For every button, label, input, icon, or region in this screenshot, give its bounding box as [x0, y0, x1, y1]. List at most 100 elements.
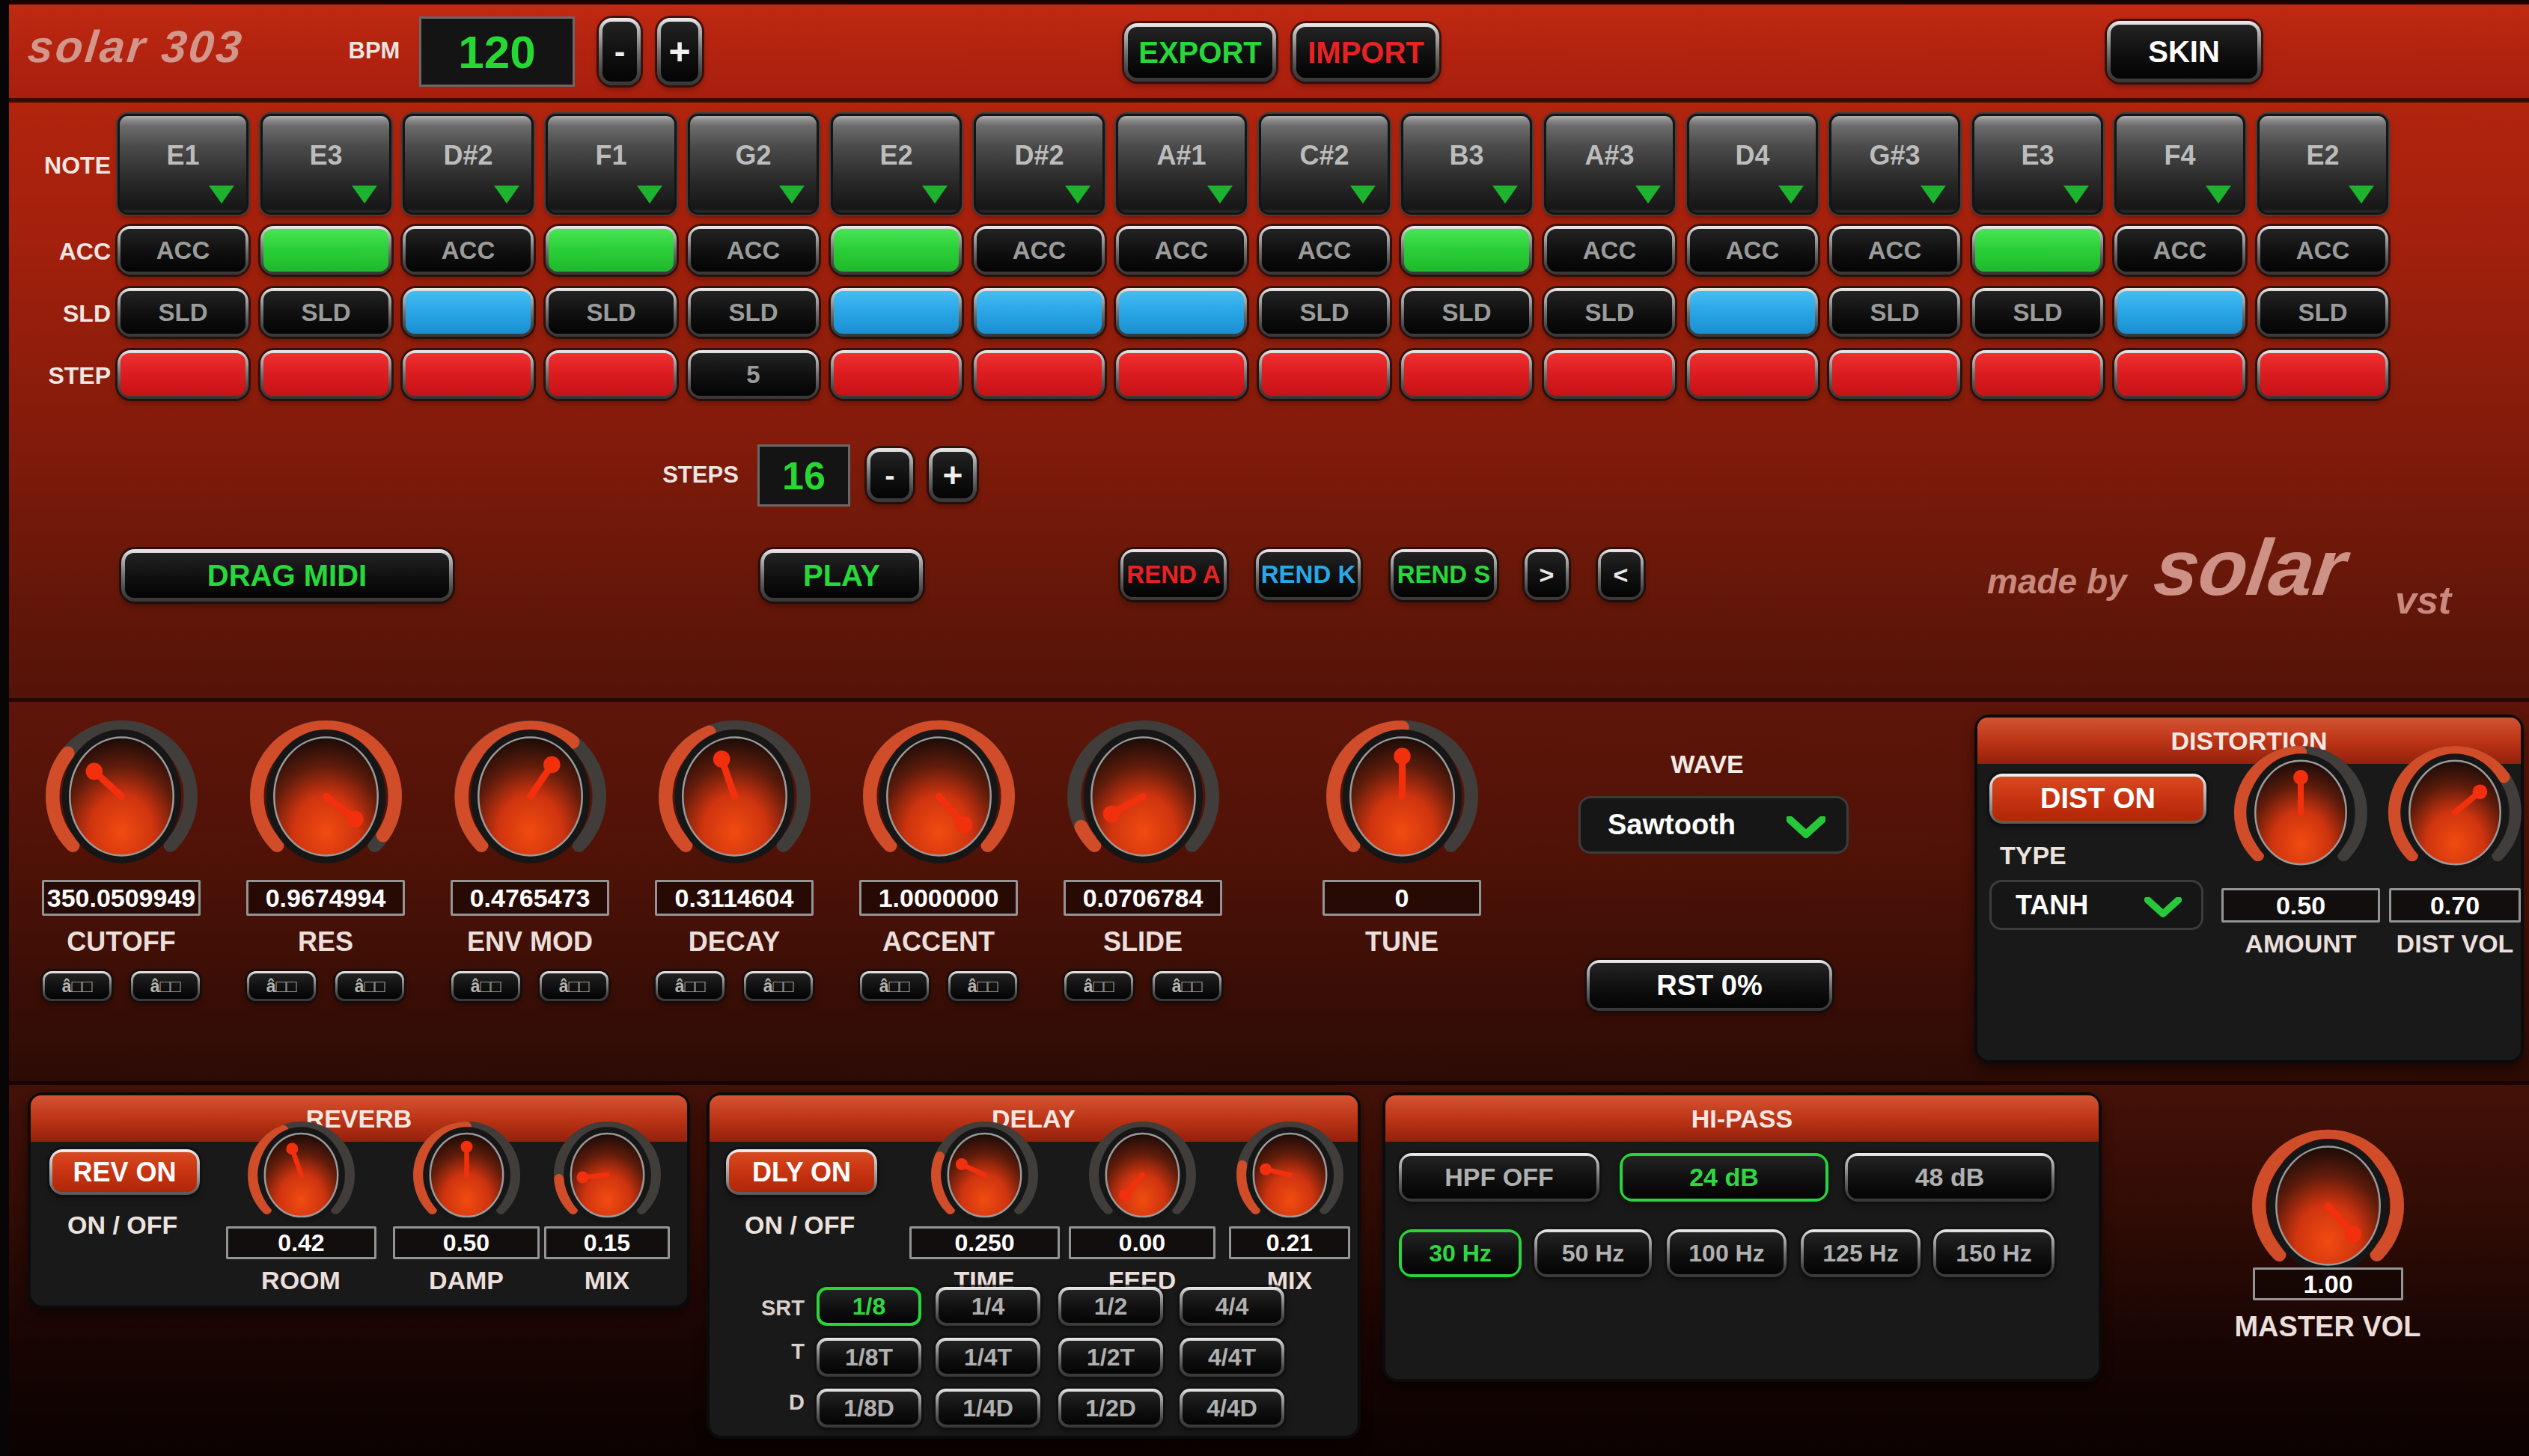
- time-knob[interactable]: [930, 1121, 1039, 1229]
- step-button-step-1[interactable]: [118, 350, 248, 399]
- slide-nudge-right-button[interactable]: â□□: [1153, 971, 1221, 1001]
- drag-midi-button[interactable]: DRAG MIDI: [121, 549, 453, 602]
- dist-vol-knob[interactable]: [2388, 745, 2522, 880]
- acc-button-step-9[interactable]: ACC: [1259, 226, 1390, 275]
- hipass-freq-50-hz-button[interactable]: 50 Hz: [1534, 1229, 1652, 1277]
- accent-knob[interactable]: [862, 720, 1016, 873]
- accent-value[interactable]: 1.0000000: [859, 880, 1018, 916]
- step-button-step-14[interactable]: [1972, 350, 2103, 399]
- decay-nudge-left-button[interactable]: â□□: [656, 971, 724, 1001]
- note-button-step-4[interactable]: F1: [546, 114, 677, 215]
- sld-button-step-16[interactable]: SLD: [2257, 288, 2388, 337]
- sld-button-step-5[interactable]: SLD: [688, 288, 819, 337]
- res-knob[interactable]: [249, 720, 403, 873]
- note-button-step-5[interactable]: G2: [688, 114, 819, 215]
- hipass-freq-100-hz-button[interactable]: 100 Hz: [1667, 1229, 1787, 1277]
- slide-value[interactable]: 0.0706784: [1064, 880, 1222, 916]
- note-button-step-6[interactable]: E2: [831, 114, 962, 215]
- dly-on-button[interactable]: DLY ON: [726, 1149, 877, 1195]
- sld-button-step-4[interactable]: SLD: [546, 288, 677, 337]
- skin-button[interactable]: SKIN: [2107, 21, 2261, 82]
- note-button-step-13[interactable]: G#3: [1829, 114, 1960, 215]
- reset-cutoff-button[interactable]: RST 0%: [1587, 960, 1832, 1011]
- delay-sync-1-2t-button[interactable]: 1/2T: [1058, 1338, 1163, 1377]
- tune-value[interactable]: 0: [1323, 880, 1481, 916]
- delay-sync-4-4t-button[interactable]: 4/4T: [1180, 1338, 1284, 1377]
- bpm-minus-button[interactable]: -: [599, 18, 641, 85]
- accent-nudge-right-button[interactable]: â□□: [948, 971, 1017, 1001]
- step-button-step-2[interactable]: [260, 350, 391, 399]
- acc-button-step-3[interactable]: ACC: [403, 226, 534, 275]
- delay-sync-1-4t-button[interactable]: 1/4T: [936, 1338, 1040, 1377]
- delay-sync-1-8t-button[interactable]: 1/8T: [817, 1338, 921, 1377]
- note-button-step-14[interactable]: E3: [1972, 114, 2103, 215]
- acc-button-step-10[interactable]: [1401, 226, 1532, 275]
- sld-button-step-15[interactable]: [2114, 288, 2245, 337]
- hipass-freq-150-hz-button[interactable]: 150 Hz: [1933, 1229, 2054, 1277]
- acc-button-step-15[interactable]: ACC: [2114, 226, 2245, 275]
- rev-mix-knob[interactable]: [553, 1121, 662, 1229]
- slide-nudge-left-button[interactable]: â□□: [1064, 971, 1133, 1001]
- prev-button[interactable]: <: [1598, 549, 1644, 600]
- delay-sync-1-8-button[interactable]: 1/8: [817, 1287, 921, 1326]
- note-button-step-3[interactable]: D#2: [403, 114, 534, 215]
- note-button-step-16[interactable]: E2: [2257, 114, 2388, 215]
- note-button-step-1[interactable]: E1: [118, 114, 248, 215]
- sld-button-step-6[interactable]: [831, 288, 962, 337]
- delay-sync-4-4-button[interactable]: 4/4: [1180, 1287, 1284, 1326]
- acc-button-step-6[interactable]: [831, 226, 962, 275]
- decay-knob[interactable]: [658, 720, 811, 873]
- step-button-step-7[interactable]: [974, 350, 1105, 399]
- dist-vol-value[interactable]: 0.70: [2389, 888, 2521, 923]
- import-button[interactable]: IMPORT: [1293, 23, 1439, 82]
- sld-button-step-13[interactable]: SLD: [1829, 288, 1960, 337]
- note-button-step-8[interactable]: A#1: [1116, 114, 1247, 215]
- res-nudge-right-button[interactable]: â□□: [335, 971, 404, 1001]
- bpm-plus-button[interactable]: +: [657, 18, 702, 85]
- delay-sync-4-4d-button[interactable]: 4/4D: [1180, 1389, 1284, 1428]
- sld-button-step-14[interactable]: SLD: [1972, 288, 2103, 337]
- slide-knob[interactable]: [1067, 720, 1220, 873]
- sld-button-step-9[interactable]: SLD: [1259, 288, 1390, 337]
- env-mod-nudge-right-button[interactable]: â□□: [540, 971, 608, 1001]
- acc-button-step-14[interactable]: [1972, 226, 2103, 275]
- time-value[interactable]: 0.250: [909, 1226, 1060, 1259]
- hipass-slope-24-db-button[interactable]: 24 dB: [1620, 1153, 1828, 1202]
- acc-button-step-7[interactable]: ACC: [974, 226, 1105, 275]
- hipass-slope-48-db-button[interactable]: 48 dB: [1845, 1153, 2054, 1202]
- res-nudge-left-button[interactable]: â□□: [247, 971, 316, 1001]
- acc-button-step-16[interactable]: ACC: [2257, 226, 2388, 275]
- step-button-step-11[interactable]: [1544, 350, 1675, 399]
- hipass-freq-30-hz-button[interactable]: 30 Hz: [1399, 1229, 1522, 1277]
- room-knob[interactable]: [247, 1121, 356, 1229]
- rend-s-button[interactable]: REND S: [1391, 549, 1497, 600]
- sld-button-step-7[interactable]: [974, 288, 1105, 337]
- bpm-display[interactable]: 120: [419, 16, 575, 87]
- master-vol-knob[interactable]: [2251, 1129, 2405, 1282]
- decay-value[interactable]: 0.3114604: [655, 880, 814, 916]
- dist-amount-value[interactable]: 0.50: [2221, 888, 2380, 923]
- step-button-step-15[interactable]: [2114, 350, 2245, 399]
- step-button-step-16[interactable]: [2257, 350, 2388, 399]
- delay-sync-1-8d-button[interactable]: 1/8D: [817, 1389, 921, 1428]
- step-button-step-10[interactable]: [1401, 350, 1532, 399]
- sld-button-step-12[interactable]: [1687, 288, 1818, 337]
- dist-amount-knob[interactable]: [2233, 745, 2368, 880]
- decay-nudge-right-button[interactable]: â□□: [744, 971, 813, 1001]
- step-button-step-13[interactable]: [1829, 350, 1960, 399]
- hipass-slope-hpf-off-button[interactable]: HPF OFF: [1399, 1153, 1599, 1202]
- env-mod-value[interactable]: 0.4765473: [451, 880, 609, 916]
- dist-on-button[interactable]: DIST ON: [1989, 774, 2206, 824]
- rev-on-button[interactable]: REV ON: [49, 1149, 200, 1195]
- feed-knob[interactable]: [1088, 1121, 1197, 1229]
- dly-mix-knob[interactable]: [1236, 1121, 1344, 1229]
- sld-button-step-11[interactable]: SLD: [1544, 288, 1675, 337]
- sld-button-step-8[interactable]: [1116, 288, 1247, 337]
- delay-sync-1-2-button[interactable]: 1/2: [1058, 1287, 1163, 1326]
- delay-sync-1-4d-button[interactable]: 1/4D: [936, 1389, 1040, 1428]
- sld-button-step-1[interactable]: SLD: [118, 288, 248, 337]
- step-button-step-12[interactable]: [1687, 350, 1818, 399]
- next-button[interactable]: >: [1525, 549, 1569, 600]
- dist-type-dropdown[interactable]: TANH: [1989, 880, 2203, 930]
- note-button-step-12[interactable]: D4: [1687, 114, 1818, 215]
